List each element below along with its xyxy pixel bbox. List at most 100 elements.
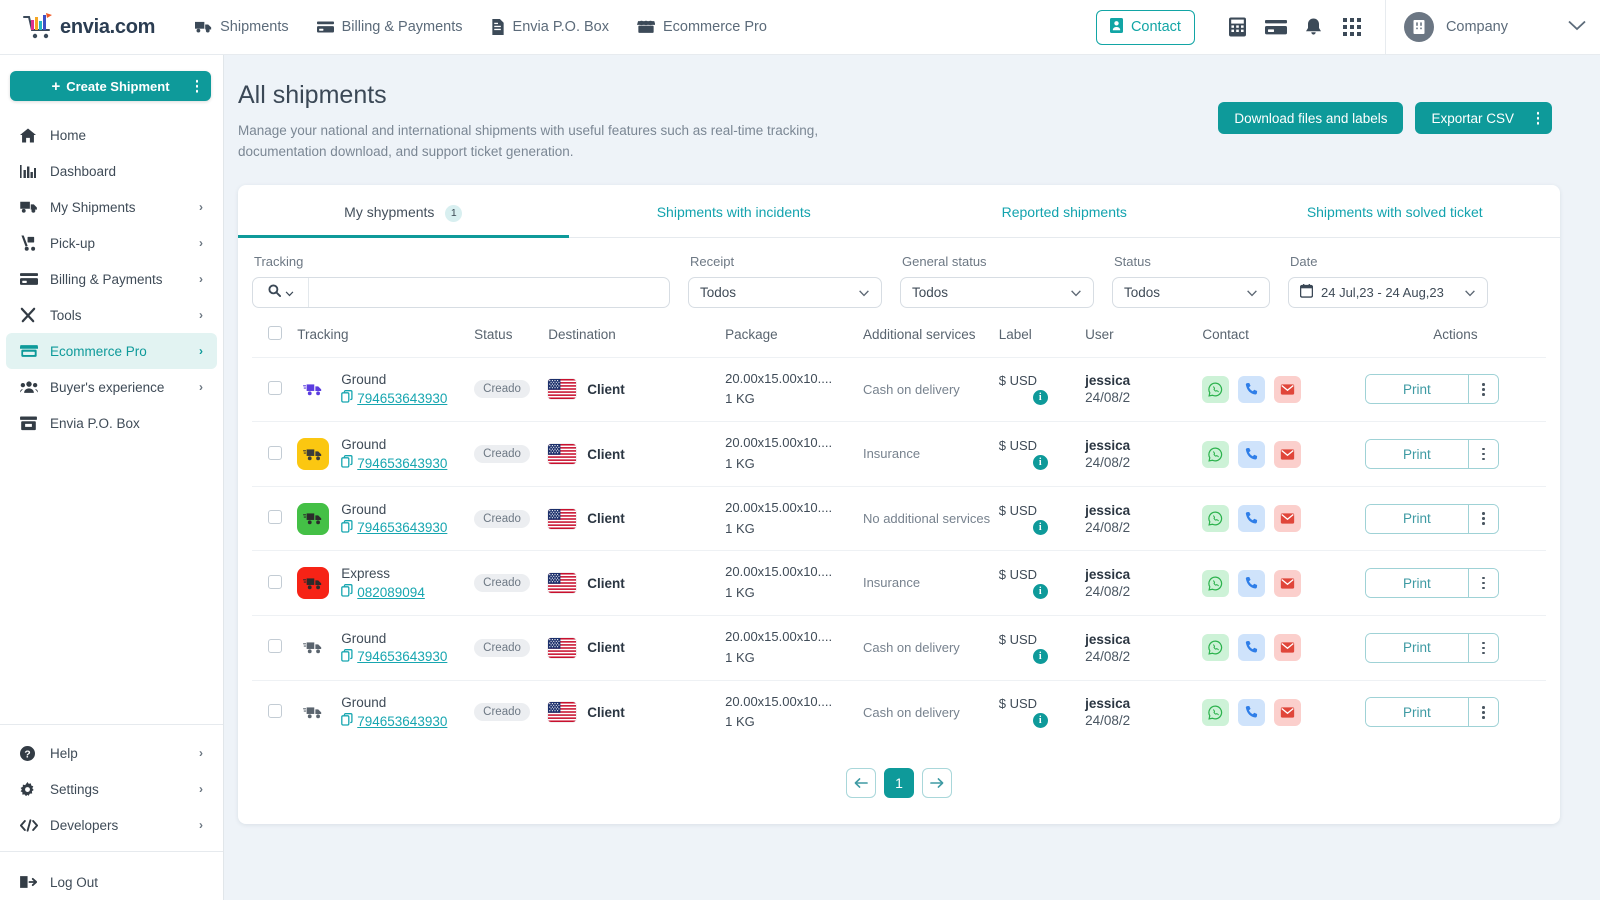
- bell-icon[interactable]: [1295, 8, 1333, 46]
- copy-icon[interactable]: [341, 584, 353, 600]
- row-kebab-menu[interactable]: [1468, 634, 1498, 662]
- select-all-checkbox[interactable]: [268, 326, 282, 340]
- company-menu[interactable]: Company: [1386, 12, 1526, 42]
- row-checkbox[interactable]: [268, 704, 282, 718]
- email-icon[interactable]: [1274, 570, 1301, 597]
- tracking-number-link[interactable]: 794653643930: [341, 713, 447, 729]
- print-button[interactable]: Print: [1366, 505, 1468, 533]
- topnav-link-pobox[interactable]: Envia P.O. Box: [491, 19, 609, 35]
- sidebar-item-envia-po-box[interactable]: Envia P.O. Box: [6, 405, 217, 441]
- topnav-link-ecommerce[interactable]: Ecommerce Pro: [637, 19, 767, 35]
- sidebar-item-billing[interactable]: Billing & Payments ›: [6, 261, 217, 297]
- whatsapp-icon[interactable]: [1202, 634, 1229, 661]
- general-status-select[interactable]: Todos: [900, 277, 1094, 308]
- tab-shipments-with-solved-ticket[interactable]: Shipments with solved ticket: [1230, 185, 1561, 237]
- copy-icon[interactable]: [341, 649, 353, 665]
- info-icon[interactable]: i: [1033, 713, 1048, 728]
- row-kebab-menu[interactable]: [1468, 505, 1498, 533]
- sidebar-item-help[interactable]: ? Help ›: [6, 735, 217, 771]
- info-icon[interactable]: i: [1033, 390, 1048, 405]
- email-icon[interactable]: [1274, 376, 1301, 403]
- grid-apps-icon[interactable]: [1333, 8, 1371, 46]
- tab-my-shipments[interactable]: My shypments 1: [238, 185, 569, 237]
- print-button[interactable]: Print: [1366, 569, 1468, 597]
- print-button[interactable]: Print: [1366, 375, 1468, 403]
- copy-icon[interactable]: [341, 713, 353, 729]
- row-checkbox[interactable]: [268, 575, 282, 589]
- sidebar-item-ecommerce-pro[interactable]: Ecommerce Pro ›: [6, 333, 217, 369]
- print-button[interactable]: Print: [1366, 634, 1468, 662]
- destination-name: Client: [587, 447, 625, 462]
- sidebar-item-tools[interactable]: Tools ›: [6, 297, 217, 333]
- topnav-link-billing[interactable]: Billing & Payments: [317, 19, 463, 35]
- email-icon[interactable]: [1274, 699, 1301, 726]
- info-icon[interactable]: i: [1033, 649, 1048, 664]
- kebab-icon[interactable]: [1537, 112, 1540, 125]
- tracking-number-link[interactable]: 794653643930: [341, 455, 447, 471]
- calculator-icon[interactable]: [1219, 8, 1257, 46]
- print-button[interactable]: Print: [1366, 698, 1468, 726]
- tracking-number-link[interactable]: 082089094: [341, 584, 425, 600]
- phone-icon[interactable]: [1238, 634, 1265, 661]
- phone-icon[interactable]: [1238, 699, 1265, 726]
- email-icon[interactable]: [1274, 441, 1301, 468]
- whatsapp-icon[interactable]: [1202, 699, 1229, 726]
- info-icon[interactable]: i: [1033, 584, 1048, 599]
- sidebar-item-home[interactable]: Home: [6, 117, 217, 153]
- row-kebab-menu[interactable]: [1468, 440, 1498, 468]
- sidebar-item-pickup[interactable]: Pick-up ›: [6, 225, 217, 261]
- phone-icon[interactable]: [1238, 376, 1265, 403]
- row-checkbox[interactable]: [268, 381, 282, 395]
- tracking-search-dropdown[interactable]: [253, 278, 309, 307]
- copy-icon[interactable]: [341, 390, 353, 406]
- pagination-page-1[interactable]: 1: [884, 768, 914, 798]
- copy-icon[interactable]: [341, 455, 353, 471]
- phone-icon[interactable]: [1238, 505, 1265, 532]
- info-icon[interactable]: i: [1033, 520, 1048, 535]
- kebab-icon[interactable]: [196, 80, 199, 93]
- email-icon[interactable]: [1274, 505, 1301, 532]
- row-kebab-menu[interactable]: [1468, 698, 1498, 726]
- sidebar-item-developers[interactable]: Developers ›: [6, 807, 217, 843]
- row-kebab-menu[interactable]: [1468, 375, 1498, 403]
- credit-card-icon[interactable]: [1257, 8, 1295, 46]
- copy-icon[interactable]: [341, 520, 353, 536]
- sidebar-item-buyers-experience[interactable]: Buyer's experience ›: [6, 369, 217, 405]
- email-icon[interactable]: [1274, 634, 1301, 661]
- phone-icon[interactable]: [1238, 570, 1265, 597]
- date-range-picker[interactable]: 24 Jul,23 - 24 Aug,23: [1288, 277, 1488, 308]
- tracking-number-link[interactable]: 794653643930: [341, 649, 447, 665]
- whatsapp-icon[interactable]: [1202, 441, 1229, 468]
- info-icon[interactable]: i: [1033, 455, 1048, 470]
- row-checkbox[interactable]: [268, 446, 282, 460]
- row-kebab-menu[interactable]: [1468, 569, 1498, 597]
- row-checkbox[interactable]: [268, 510, 282, 524]
- download-files-and-labels-button[interactable]: Download files and labels: [1218, 102, 1403, 134]
- create-shipment-button[interactable]: + Create Shipment: [10, 71, 211, 101]
- sidebar-item-my-shipments[interactable]: My Shipments ›: [6, 189, 217, 225]
- tab-reported-shipments[interactable]: Reported shipments: [899, 185, 1230, 237]
- row-checkbox[interactable]: [268, 639, 282, 653]
- receipt-select[interactable]: Todos: [688, 277, 882, 308]
- export-csv-button[interactable]: Exportar CSV: [1415, 102, 1552, 134]
- pagination-prev-button[interactable]: [846, 768, 876, 798]
- contact-button[interactable]: Contact: [1096, 10, 1195, 45]
- sidebar-item-logout[interactable]: Log Out: [6, 864, 217, 900]
- tracking-number-link[interactable]: 794653643930: [341, 520, 447, 536]
- status-select[interactable]: Todos: [1112, 277, 1270, 308]
- tracking-input[interactable]: [309, 278, 669, 307]
- sidebar-item-settings[interactable]: Settings ›: [6, 771, 217, 807]
- whatsapp-icon[interactable]: [1202, 505, 1229, 532]
- tracking-number-link[interactable]: 794653643930: [341, 390, 447, 406]
- sidebar-item-dashboard[interactable]: Dashboard: [6, 153, 217, 189]
- logo[interactable]: envia.com: [22, 12, 155, 42]
- chevron-down-icon[interactable]: [1568, 18, 1586, 36]
- status-badge: Creado: [474, 510, 530, 528]
- pagination-next-button[interactable]: [922, 768, 952, 798]
- topnav-link-shipments[interactable]: Shipments: [195, 19, 289, 35]
- print-button[interactable]: Print: [1366, 440, 1468, 468]
- whatsapp-icon[interactable]: [1202, 570, 1229, 597]
- whatsapp-icon[interactable]: [1202, 376, 1229, 403]
- tab-shipments-with-incidents[interactable]: Shipments with incidents: [569, 185, 900, 237]
- phone-icon[interactable]: [1238, 441, 1265, 468]
